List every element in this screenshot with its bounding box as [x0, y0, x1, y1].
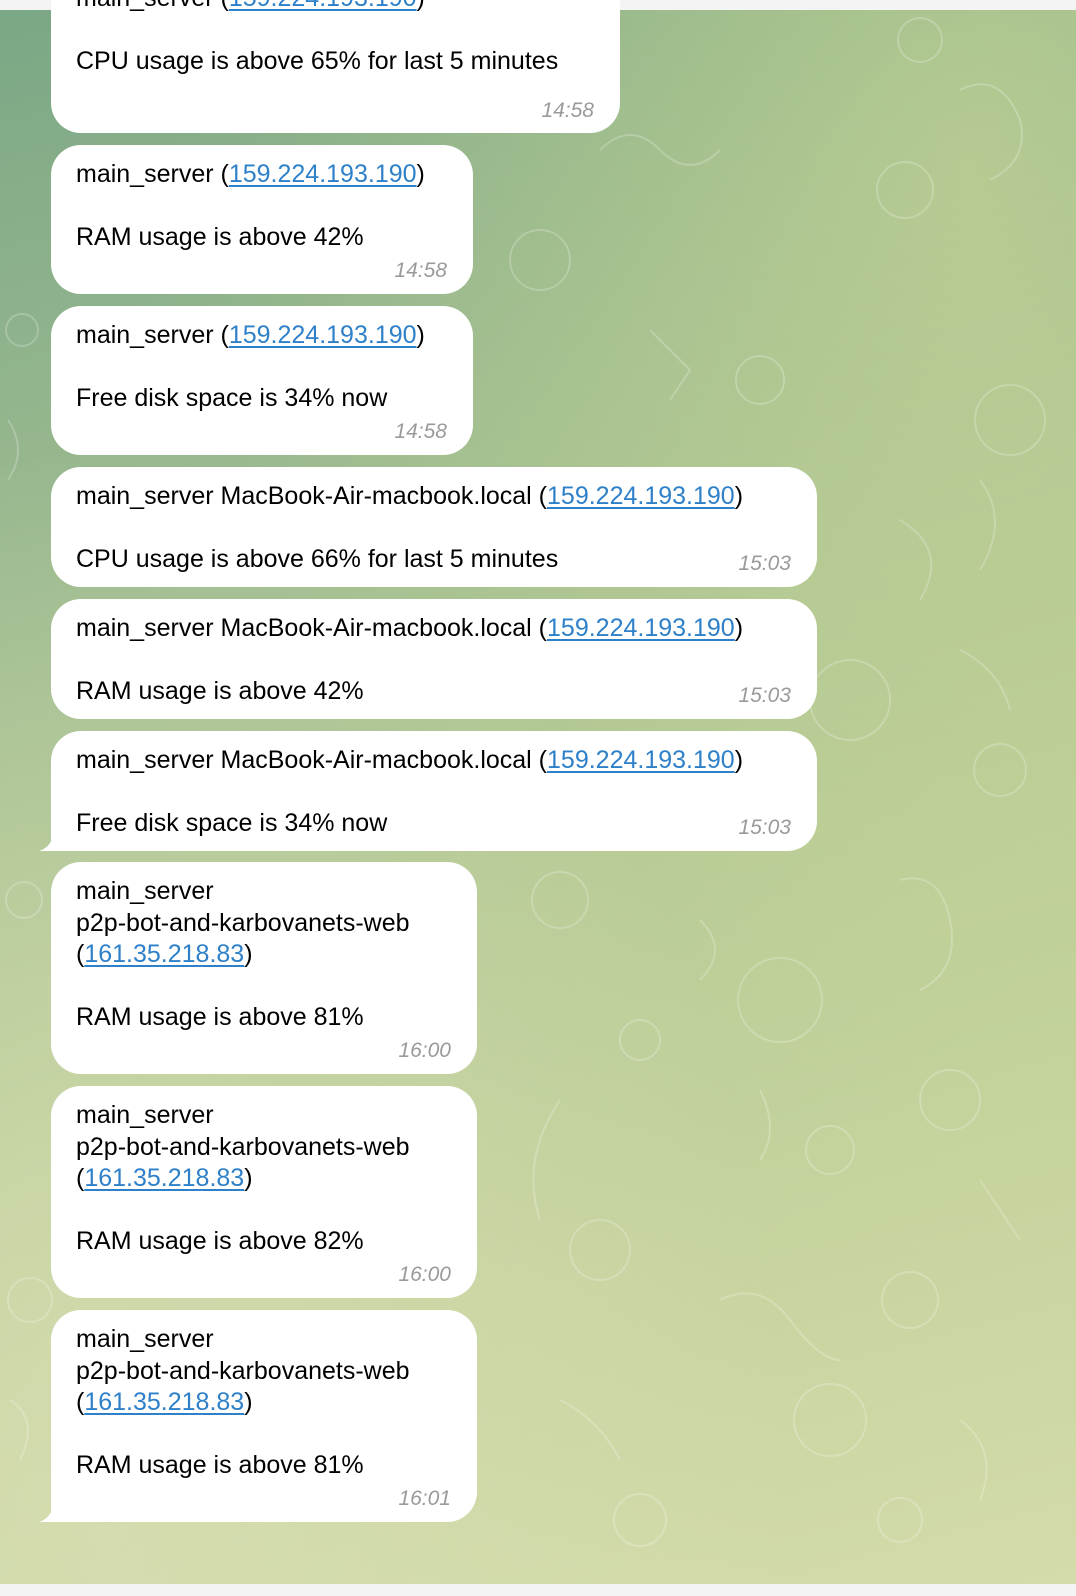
message-text: CPU usage is above 66% for last 5 minute… [76, 545, 559, 573]
message-bubble[interactable]: main_server (159.224.193.190) CPU usage … [51, 0, 620, 133]
message-time: 16:01 [398, 1487, 451, 1510]
message-host: p2p-bot-and-karbovanets-web [76, 908, 410, 937]
message-ip-line: (161.35.218.83) [76, 1164, 253, 1192]
message-header: main_server MacBook-Air-macbook.local (1… [76, 614, 744, 642]
message-host: p2p-bot-and-karbovanets-web [76, 1132, 410, 1161]
message-bubble[interactable]: main_server (159.224.193.190) Free disk … [51, 306, 473, 455]
message-server: main_server [76, 1101, 214, 1129]
message-header: main_server (159.224.193.190) [76, 160, 425, 188]
chat-background: main_server (159.224.193.190) CPU usage … [0, 0, 1076, 1596]
message-text: Free disk space is 34% now [76, 809, 388, 837]
message-time: 14:58 [541, 99, 594, 122]
message-server: main_server [76, 877, 214, 905]
ip-link[interactable]: 161.35.218.83 [84, 940, 244, 968]
message-time: 14:58 [394, 259, 447, 282]
message-time: 15:03 [738, 816, 791, 839]
bubble-tail [39, 1498, 63, 1522]
message-bubble[interactable]: main_server p2p-bot-and-karbovanets-web … [51, 862, 477, 1074]
message-time: 16:00 [398, 1263, 451, 1286]
message-time: 16:00 [398, 1039, 451, 1062]
ip-link[interactable]: 161.35.218.83 [84, 1164, 244, 1192]
message-time: 15:03 [738, 552, 791, 575]
message-bubble[interactable]: main_server MacBook-Air-macbook.local (1… [51, 599, 817, 719]
message-text: RAM usage is above 81% [76, 1003, 364, 1031]
message-server: main_server [76, 1325, 214, 1353]
message-text: RAM usage is above 42% [76, 677, 364, 705]
message-time: 15:03 [738, 684, 791, 707]
ip-link[interactable]: 161.35.218.83 [84, 1388, 244, 1416]
ip-link[interactable]: 159.224.193.190 [229, 321, 417, 349]
message-text: CPU usage is above 65% for last 5 minute… [76, 47, 559, 75]
ip-link[interactable]: 159.224.193.190 [229, 0, 417, 12]
message-text: RAM usage is above 82% [76, 1227, 364, 1255]
message-text: RAM usage is above 42% [76, 223, 364, 251]
message-header: main_server (159.224.193.190) [76, 321, 425, 349]
message-bubble[interactable]: main_server MacBook-Air-macbook.local (1… [51, 467, 817, 587]
message-text: Free disk space is 34% now [76, 384, 388, 412]
message-bubble[interactable]: main_server p2p-bot-and-karbovanets-web … [51, 1310, 477, 1522]
ip-link[interactable]: 159.224.193.190 [547, 614, 735, 642]
message-header: main_server MacBook-Air-macbook.local (1… [76, 746, 744, 774]
ip-link[interactable]: 159.224.193.190 [229, 160, 417, 188]
ip-link[interactable]: 159.224.193.190 [547, 482, 735, 510]
message-bubble[interactable]: main_server MacBook-Air-macbook.local (1… [51, 731, 817, 851]
ip-link[interactable]: 159.224.193.190 [547, 746, 735, 774]
message-header: main_server MacBook-Air-macbook.local (1… [76, 482, 744, 510]
bubble-tail [39, 827, 63, 851]
message-text: RAM usage is above 81% [76, 1451, 364, 1479]
message-time: 14:58 [394, 420, 447, 443]
message-header: main_server (159.224.193.190) [76, 0, 594, 15]
message-bubble[interactable]: main_server (159.224.193.190) RAM usage … [51, 145, 473, 294]
message-ip-line: (161.35.218.83) [76, 940, 253, 968]
message-ip-line: (161.35.218.83) [76, 1388, 253, 1416]
message-bubble[interactable]: main_server p2p-bot-and-karbovanets-web … [51, 1086, 477, 1298]
bottom-edge [0, 1584, 1076, 1596]
message-host: p2p-bot-and-karbovanets-web [76, 1356, 410, 1385]
